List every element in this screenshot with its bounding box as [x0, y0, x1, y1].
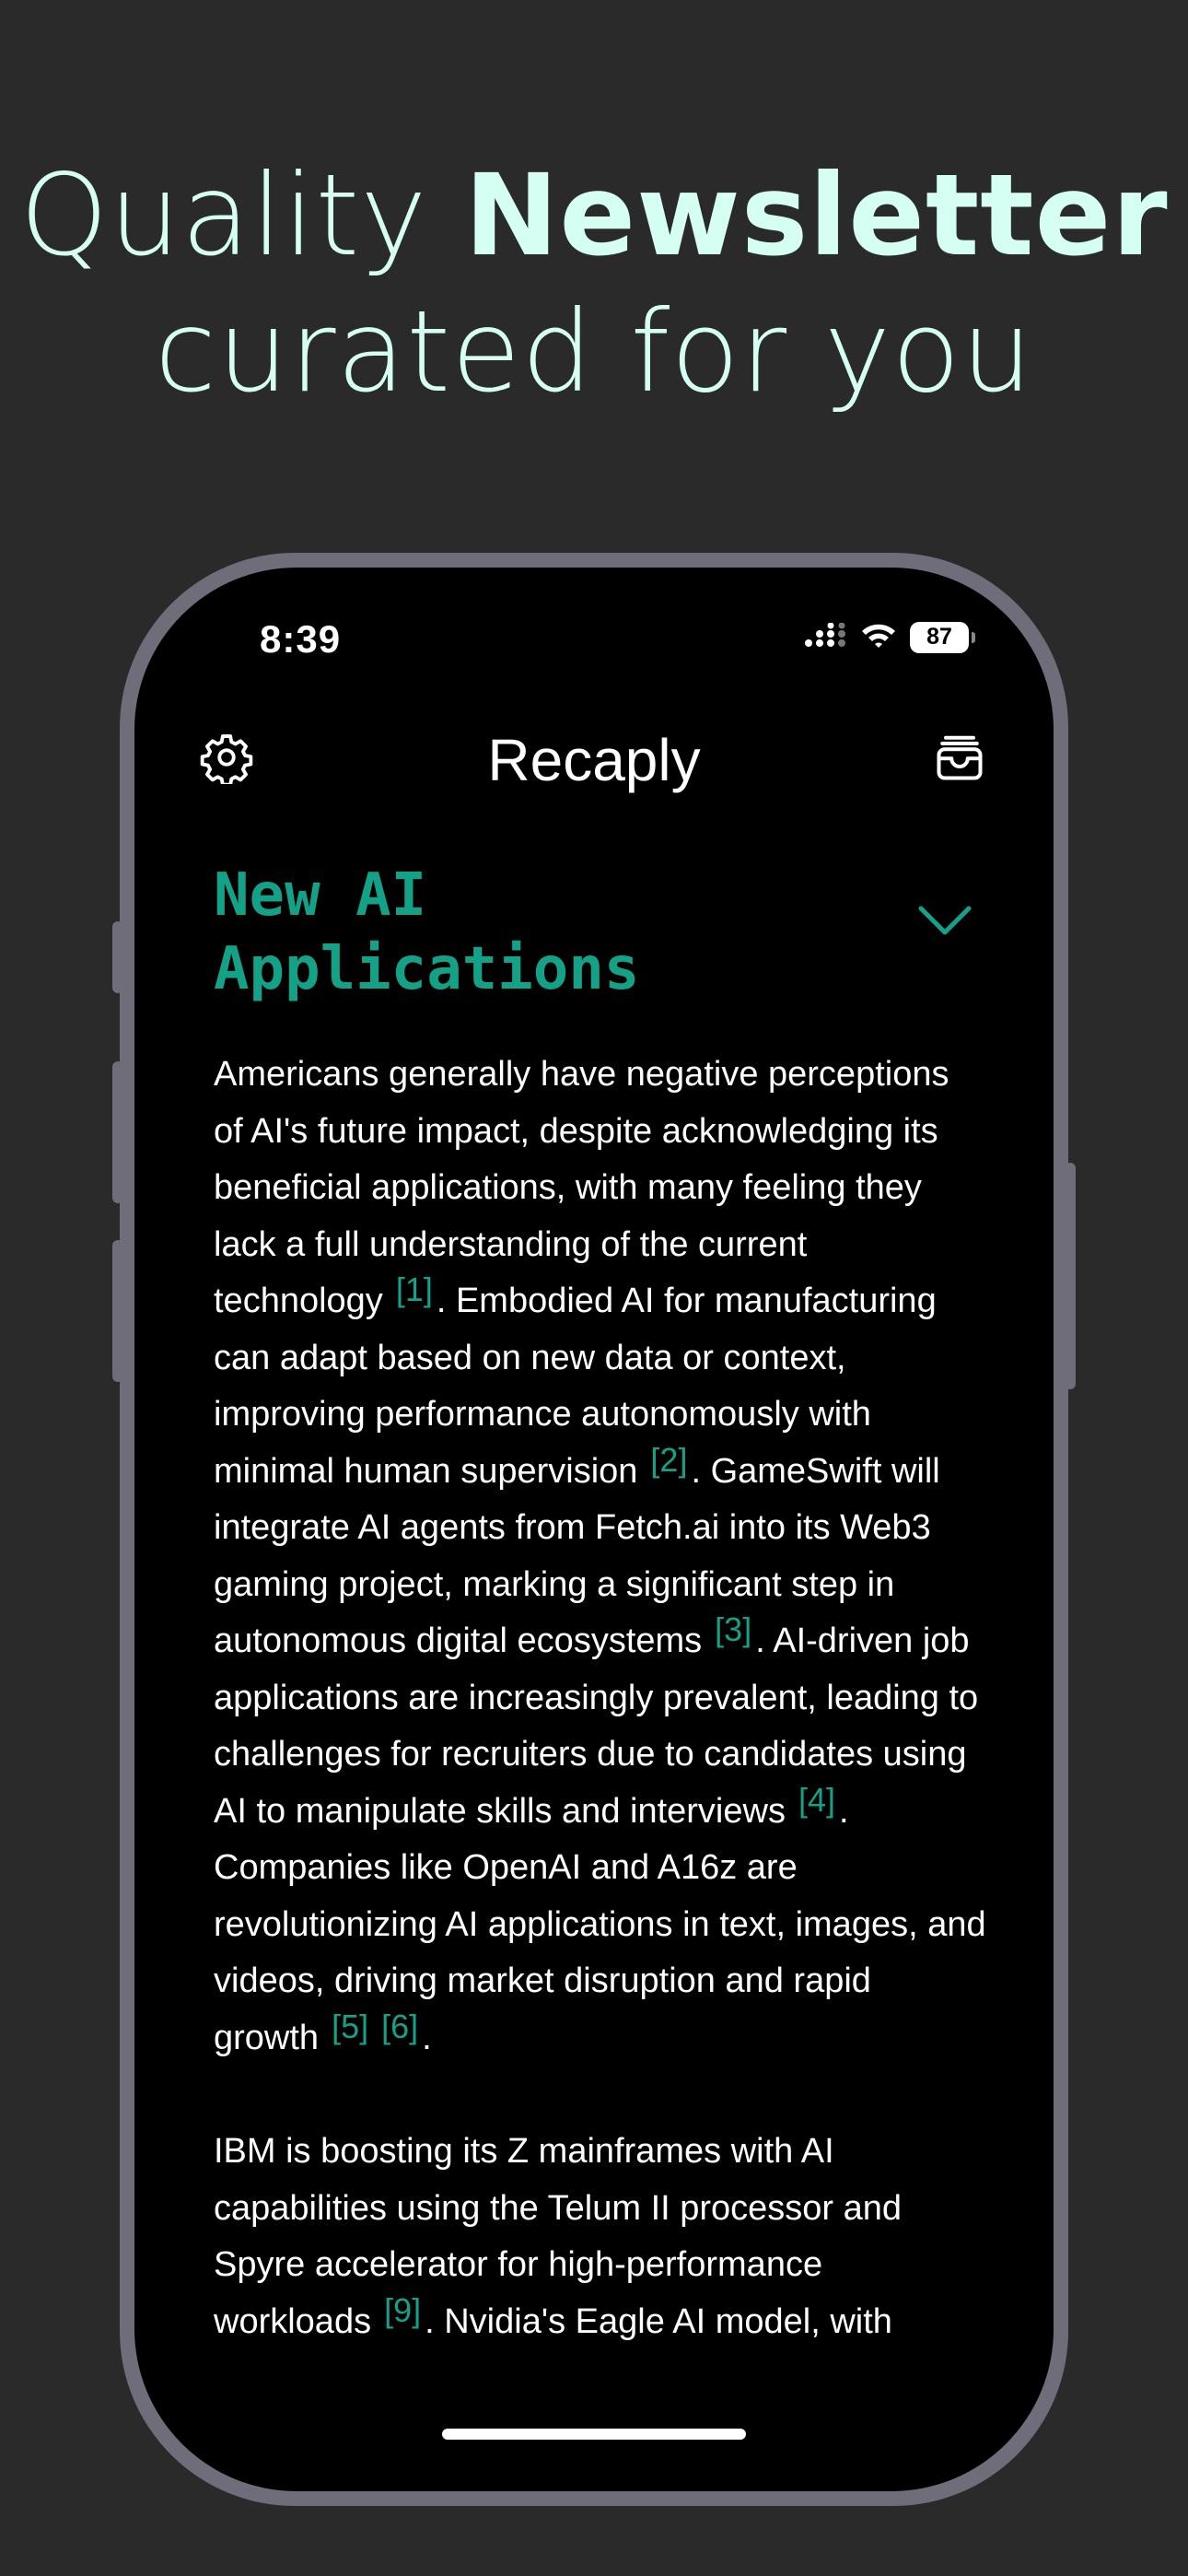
app-title: Recaply [487, 727, 701, 793]
wallet-icon [932, 730, 987, 790]
status-icons: 87 [805, 621, 975, 653]
cellular-signal-icon [805, 622, 847, 651]
status-time: 8:39 [260, 617, 342, 661]
phone-mute-switch [112, 921, 123, 993]
home-indicator[interactable] [442, 2429, 746, 2440]
citation-link[interactable]: [9] [384, 2291, 421, 2329]
newsletter-body: Americans generally have negative percep… [214, 1047, 987, 2407]
sentence-end: . [422, 2018, 432, 2057]
section-header[interactable]: New AI Applications [214, 859, 987, 1006]
citation-link[interactable]: [6] [381, 2008, 418, 2045]
marketing-headline: Quality Newsletter curated for you [0, 147, 1188, 420]
sentence-end: . [691, 1451, 702, 1491]
headline-line-2: curated for you [154, 287, 1034, 417]
section-title: New AI Applications [214, 861, 640, 1003]
headline-bold-text: Newsletter [464, 150, 1169, 281]
headline-line-1: Quality Newsletter [0, 147, 1188, 284]
summary-sentence: Americans generally have negative percep… [214, 1055, 949, 1320]
sentence-end: . [436, 1282, 447, 1320]
wifi-icon [860, 621, 897, 653]
sentence-end: . [838, 1791, 849, 1831]
summary-sentence: Nvidia's Eagle AI model, with [434, 2301, 892, 2341]
summary-paragraph: Americans generally have negative percep… [214, 1047, 987, 2067]
wallet-button[interactable] [930, 730, 989, 789]
sentence-end: . [425, 2301, 435, 2341]
chevron-down-icon [915, 903, 974, 944]
headline-light-text: Quality [19, 150, 465, 281]
sentence-end: . [755, 1622, 765, 1660]
citation-link[interactable]: [5] [332, 2008, 368, 2045]
summary-sentence: Companies like OpenAI and A16z are revol… [214, 1848, 986, 2057]
citation-link[interactable]: [4] [798, 1781, 835, 1819]
summary-paragraph: IBM is boosting its Z mainframes with AI… [214, 2124, 987, 2350]
battery-icon: 87 [910, 621, 975, 653]
citation-link[interactable]: [1] [396, 1270, 433, 1308]
citation-link[interactable]: [3] [715, 1610, 751, 1648]
phone-volume-up-button [112, 1061, 123, 1203]
citation-link[interactable]: [2] [650, 1441, 687, 1479]
phone-volume-down-button [112, 1240, 123, 1382]
phone-power-button [1065, 1163, 1076, 1389]
app-screen: 8:39 87 Recaply New AI Applications Amer… [134, 568, 1054, 2491]
collapse-section-button[interactable] [908, 896, 982, 951]
